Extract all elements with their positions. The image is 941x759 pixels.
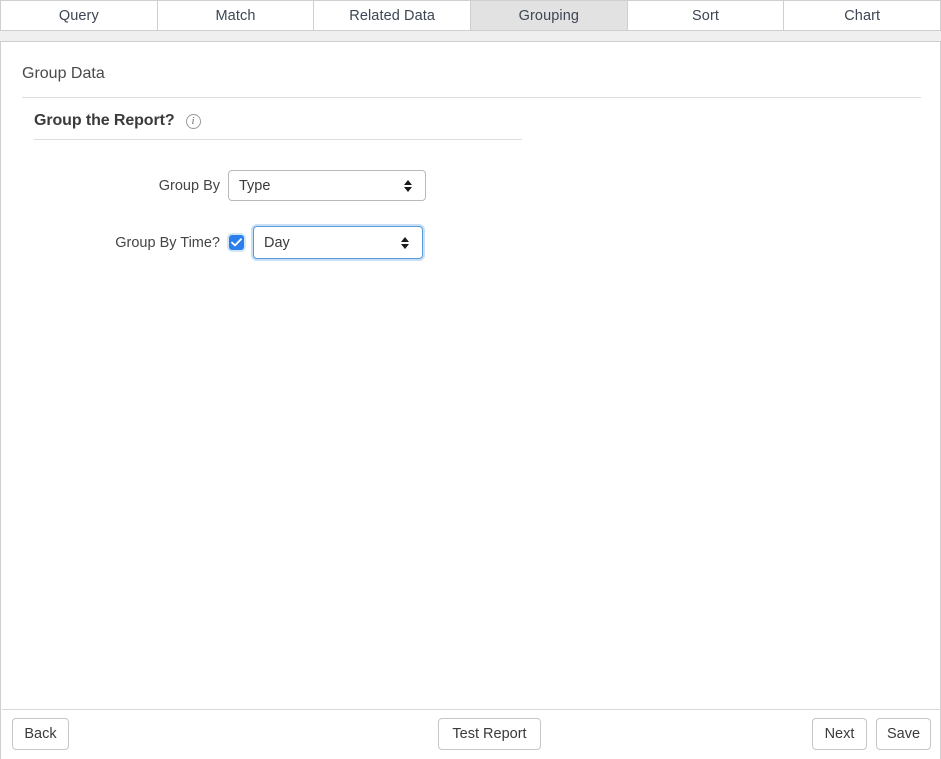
next-button[interactable]: Next — [812, 718, 867, 750]
tab-label: Related Data — [349, 7, 436, 24]
sub-section-divider — [34, 139, 522, 140]
back-button-label: Back — [24, 726, 57, 742]
tab-grouping[interactable]: Grouping — [470, 0, 627, 31]
sub-section-title: Group the Report? — [34, 112, 175, 129]
tab-sort[interactable]: Sort — [626, 0, 784, 31]
group-by-row: Group By Type — [1, 170, 426, 201]
tab-label: Match — [215, 7, 256, 24]
group-by-time-checkbox[interactable] — [229, 235, 244, 250]
group-by-select[interactable]: Type — [228, 170, 426, 201]
next-button-label: Next — [824, 726, 855, 742]
info-icon[interactable]: i — [185, 113, 201, 129]
section-divider — [22, 97, 921, 98]
tab-label: Sort — [692, 7, 720, 24]
tab-chart[interactable]: Chart — [783, 0, 941, 31]
group-by-time-label: Group By Time? — [115, 234, 220, 251]
tab-related-data[interactable]: Related Data — [313, 0, 471, 31]
sub-section-header: Group the Report? i — [34, 112, 201, 130]
chevron-updown-icon — [399, 171, 417, 200]
group-by-time-select[interactable]: Day — [253, 226, 423, 259]
panel-inner: Group Data Group the Report? i Group By … — [0, 42, 941, 759]
grouping-panel: Group Data Group the Report? i Group By … — [0, 41, 941, 759]
page-title: Group Data — [22, 65, 105, 82]
tab-label: Chart — [844, 7, 881, 24]
tab-label: Grouping — [518, 7, 580, 24]
footer-divider — [2, 709, 941, 710]
save-button-label: Save — [886, 726, 921, 742]
tab-strip: Query Match Related Data Grouping Sort C… — [0, 0, 941, 31]
group-by-value: Type — [239, 177, 271, 194]
chevron-updown-icon — [396, 227, 414, 258]
test-report-button[interactable]: Test Report — [438, 718, 541, 750]
tab-label: Query — [58, 7, 99, 24]
test-report-button-label: Test Report — [452, 726, 527, 742]
group-by-time-value: Day — [264, 234, 290, 251]
check-icon — [231, 238, 242, 247]
back-button[interactable]: Back — [12, 718, 69, 750]
save-button[interactable]: Save — [876, 718, 931, 750]
tab-match[interactable]: Match — [156, 0, 314, 31]
tab-query[interactable]: Query — [0, 0, 157, 31]
group-by-label: Group By — [158, 177, 220, 194]
group-by-time-row: Group By Time? Day — [1, 226, 423, 259]
